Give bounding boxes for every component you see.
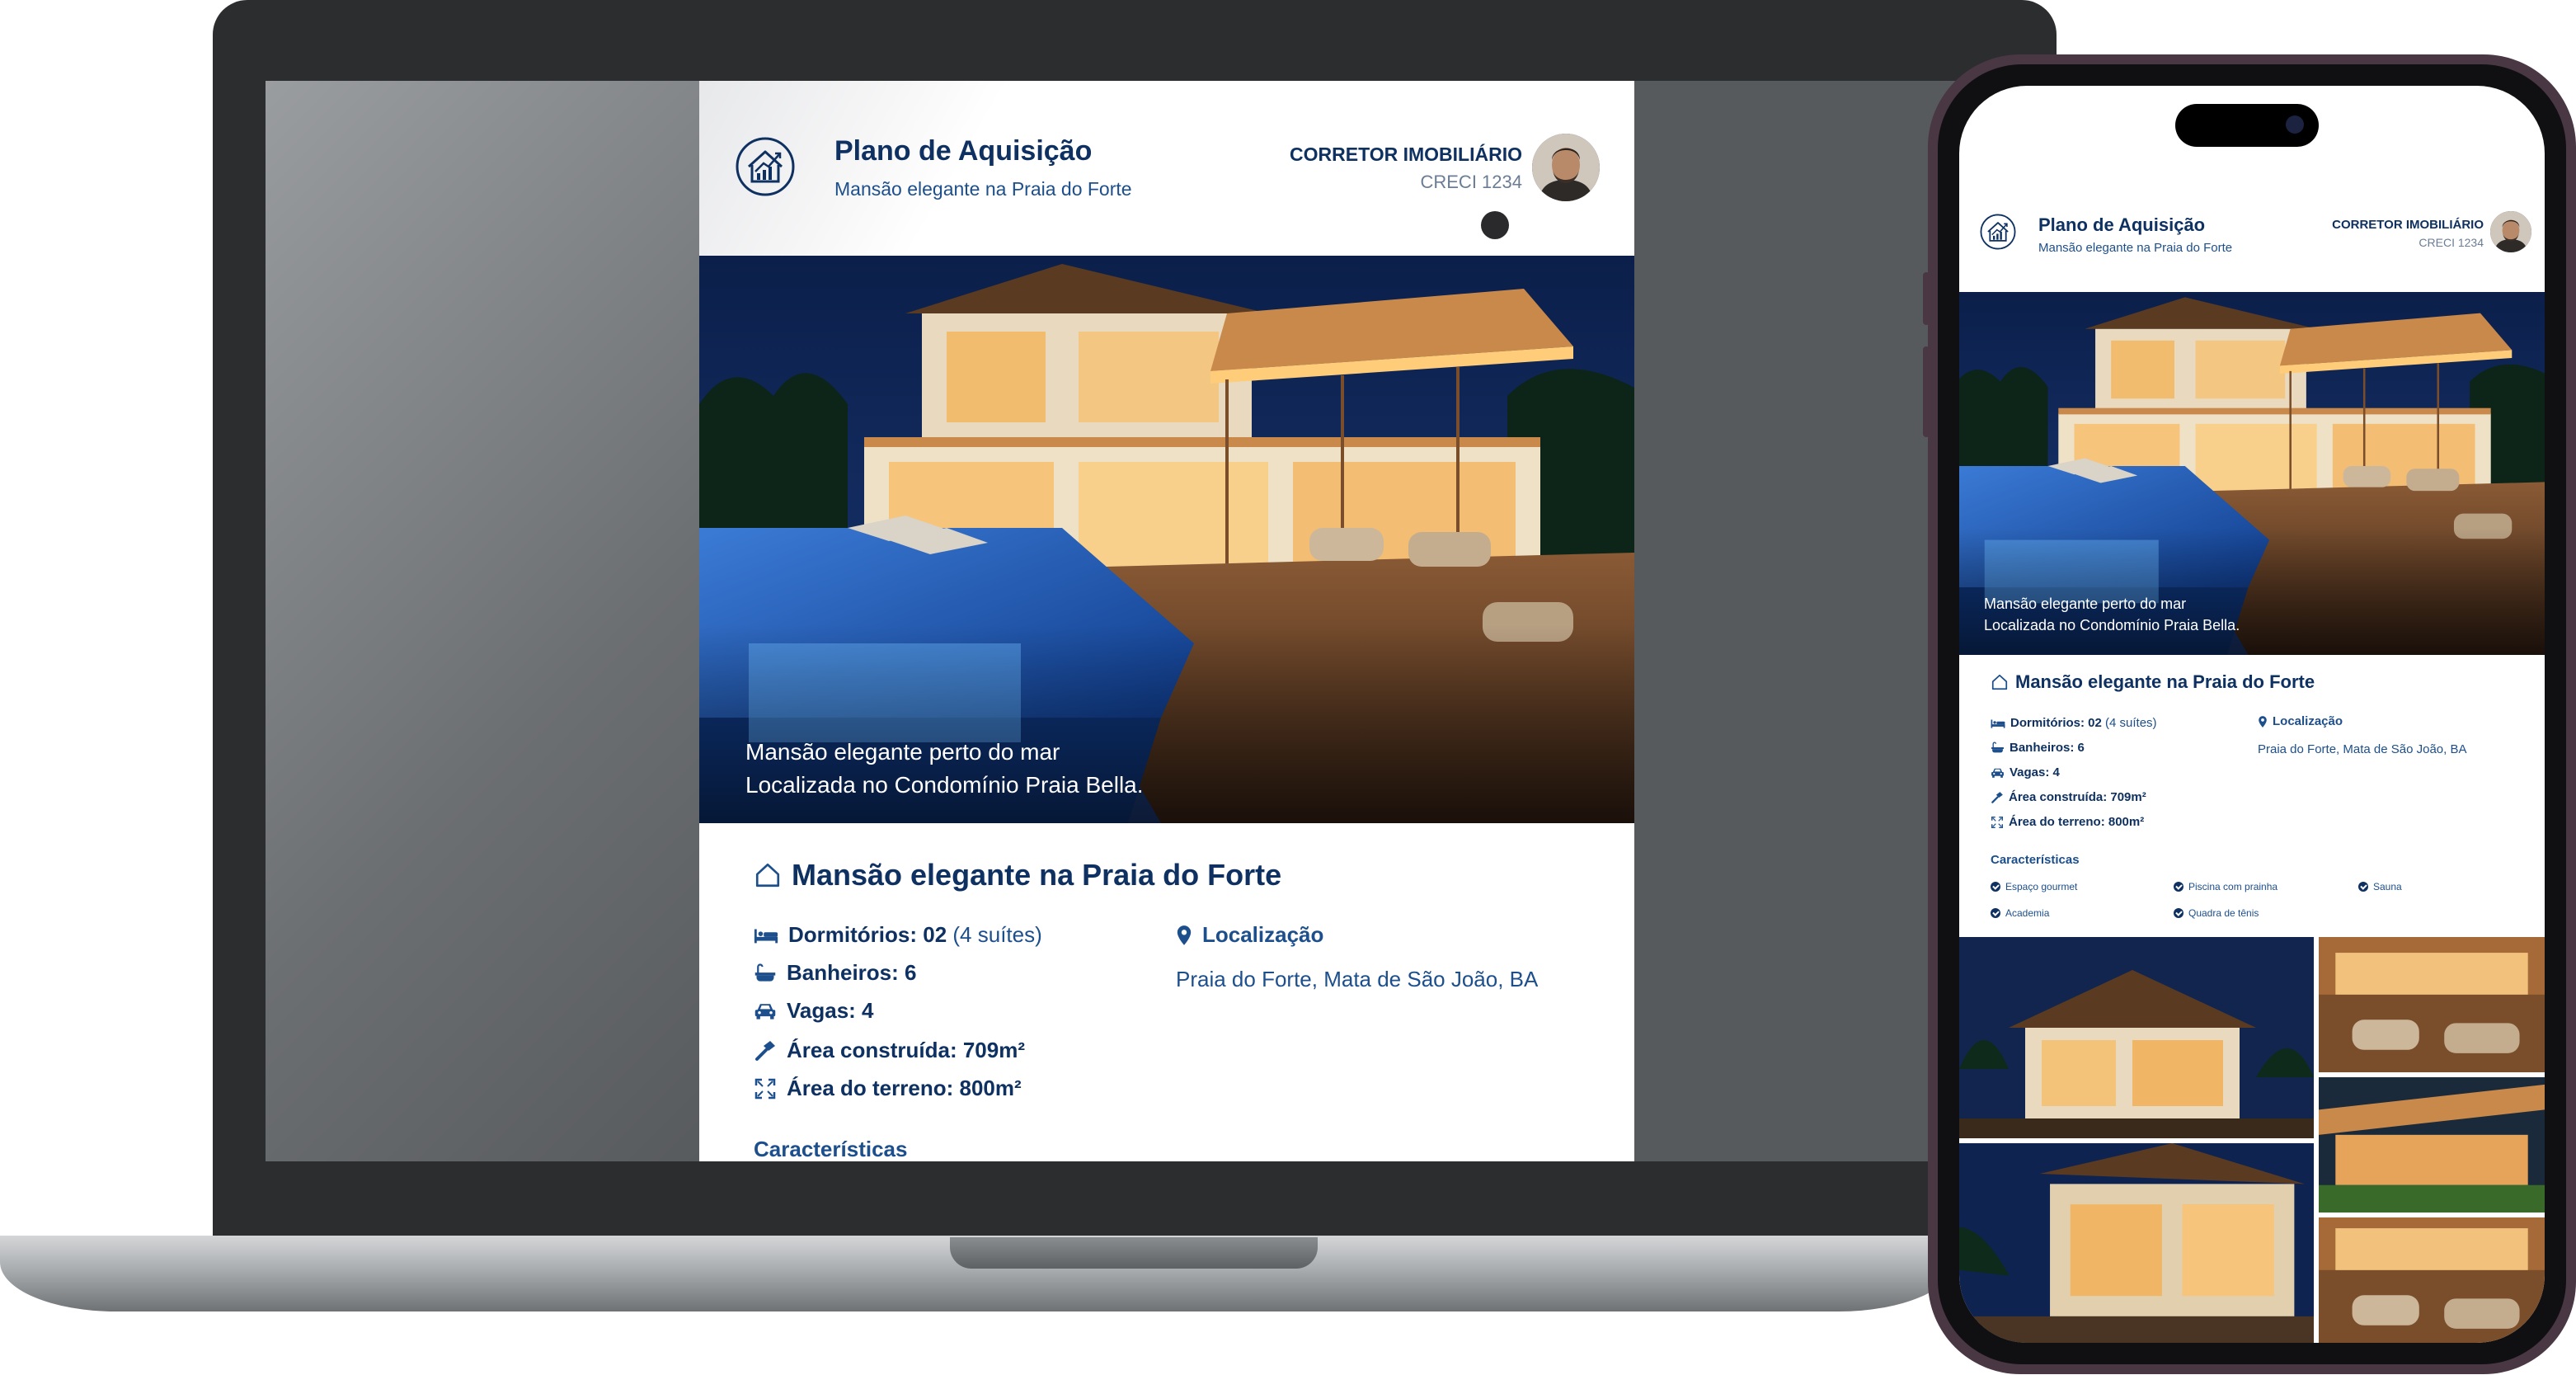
location-title: Localização (2258, 714, 2343, 728)
spec-built-area: Área construída: 709m² (754, 1038, 1025, 1063)
house-outline-icon (1991, 673, 2009, 691)
section-title-text: Mansão elegante na Praia do Forte (2015, 671, 2315, 692)
land-area-text: Área do terreno: 800m² (787, 1076, 1022, 1100)
features-title: Características (1991, 853, 2080, 867)
feature-label: Espaço gourmet (2005, 881, 2078, 892)
avatar (2490, 211, 2531, 252)
check-circle-icon (2174, 908, 2183, 918)
location-title-text: Localização (2273, 714, 2343, 728)
screen-background (266, 81, 699, 1161)
gallery-photo (2319, 937, 2545, 1072)
expand-icon (754, 1077, 777, 1100)
spec-bedrooms: Dormitórios: 02 (4 suítes) (754, 922, 1042, 948)
broker-creci: CRECI 1234 (2419, 236, 2484, 249)
spec-land-area: Área do terreno: 800m² (754, 1076, 1022, 1101)
cursor-dot (1481, 211, 1509, 239)
broker-label: CORRETOR IMOBILIÁRIO (2332, 218, 2484, 232)
bedrooms-label: Dormitórios: (788, 922, 917, 947)
photo-caption-line1: Mansão elegante perto do mar (745, 739, 1060, 765)
laptop-notch (950, 1237, 1318, 1269)
bed-icon (1991, 718, 2005, 729)
spec-parking: Vagas: 4 (1991, 765, 2060, 779)
spec-parking: Vagas: 4 (754, 998, 874, 1024)
broker-creci: CRECI 1234 (1420, 172, 1522, 192)
feature-item: Academia (1991, 907, 2049, 919)
gallery-photo (1959, 1143, 2314, 1343)
spec-bedrooms: Dormitórios: 02 (4 suítes) (1991, 716, 2157, 730)
location-title: Localização (1176, 922, 1323, 948)
spec-bathrooms: Banheiros: 6 (1991, 741, 2085, 755)
page-title: Plano de Aquisição (2038, 214, 2206, 235)
section-title-text: Mansão elegante na Praia do Forte (792, 858, 1282, 892)
spec-built-area: Área construída: 709m² (1991, 790, 2146, 804)
built-area-text: Área construída: 709m² (787, 1038, 1025, 1062)
map-pin-icon (2258, 715, 2268, 728)
hero-photo (699, 256, 1634, 823)
avatar (1532, 134, 1600, 201)
car-icon (754, 1001, 777, 1021)
bathrooms-text: Banheiros: 6 (787, 960, 917, 985)
bedrooms-value: 02 (2088, 716, 2102, 730)
photo-caption-line2: Localizada no Condomínio Praia Bella. (1984, 617, 2240, 633)
location-value: Praia do Forte, Mata de São João, BA (2258, 742, 2467, 756)
page-subtitle: Mansão elegante na Praia do Forte (834, 178, 1132, 200)
gallery-photo (2319, 1217, 2545, 1343)
feature-item: Espaço gourmet (1991, 881, 2077, 892)
parking-text: Vagas: 4 (787, 998, 874, 1023)
bedrooms-label: Dormitórios: (2010, 716, 2085, 730)
feature-item: Quadra de tênis (2174, 907, 2259, 919)
house-chart-icon (734, 135, 797, 198)
house-outline-icon (754, 861, 782, 889)
spec-land-area: Área do terreno: 800m² (1991, 815, 2144, 829)
hammer-icon (1991, 791, 2004, 804)
feature-item: Sauna (2358, 881, 2402, 892)
land-area-text: Área do terreno: 800m² (2009, 815, 2145, 829)
listing-document: Plano de Aquisição Mansão elegante na Pr… (699, 81, 1634, 1161)
page-title: Plano de Aquisição (834, 135, 1093, 167)
location-value: Praia do Forte, Mata de São João, BA (1176, 967, 1539, 991)
feature-label: Piscina com prainha (2188, 881, 2278, 892)
check-circle-icon (2358, 882, 2368, 892)
bathrooms-text: Banheiros: 6 (2010, 741, 2085, 755)
section-title: Mansão elegante na Praia do Forte (754, 858, 1281, 892)
car-icon (1991, 767, 2005, 779)
gallery-photo (2319, 1077, 2545, 1213)
bedrooms-value: 02 (923, 922, 947, 947)
gallery-photo (1959, 937, 2314, 1138)
bed-icon (754, 925, 778, 945)
parking-text: Vagas: 4 (2010, 765, 2060, 779)
feature-label: Academia (2005, 907, 2050, 919)
phone-side-button (1923, 272, 1930, 325)
page-subtitle: Mansão elegante na Praia do Forte (2038, 241, 2233, 255)
phone-screen: Plano de Aquisição Mansão elegante na Pr… (1959, 86, 2545, 1343)
broker-label: CORRETOR IMOBILIÁRIO (1290, 144, 1522, 165)
check-circle-icon (2174, 882, 2183, 892)
feature-item: Piscina com prainha (2174, 881, 2278, 892)
bedrooms-note: (4 suítes) (952, 922, 1042, 947)
spec-bathrooms: Banheiros: 6 (754, 960, 917, 986)
check-circle-icon (1991, 908, 2000, 918)
map-pin-icon (1176, 924, 1192, 947)
house-chart-icon (1979, 213, 2017, 251)
phone-volume-button (1923, 346, 1930, 437)
location-title-text: Localização (1202, 922, 1324, 947)
photo-caption-line2: Localizada no Condomínio Praia Bella. (745, 772, 1144, 798)
check-circle-icon (1991, 882, 2000, 892)
feature-label: Quadra de tênis (2188, 907, 2259, 919)
section-title: Mansão elegante na Praia do Forte (1991, 671, 2315, 693)
bathtub-icon (754, 963, 777, 984)
features-title: Características (754, 1137, 908, 1161)
bedrooms-note: (4 suítes) (2105, 716, 2157, 730)
bathtub-icon (1991, 742, 2005, 754)
feature-label: Sauna (2373, 881, 2402, 892)
built-area-text: Área construída: 709m² (2009, 790, 2146, 804)
hammer-icon (754, 1039, 777, 1062)
phone-camera (2286, 115, 2304, 134)
photo-caption-line1: Mansão elegante perto do mar (1984, 596, 2187, 612)
expand-icon (1991, 816, 2004, 829)
